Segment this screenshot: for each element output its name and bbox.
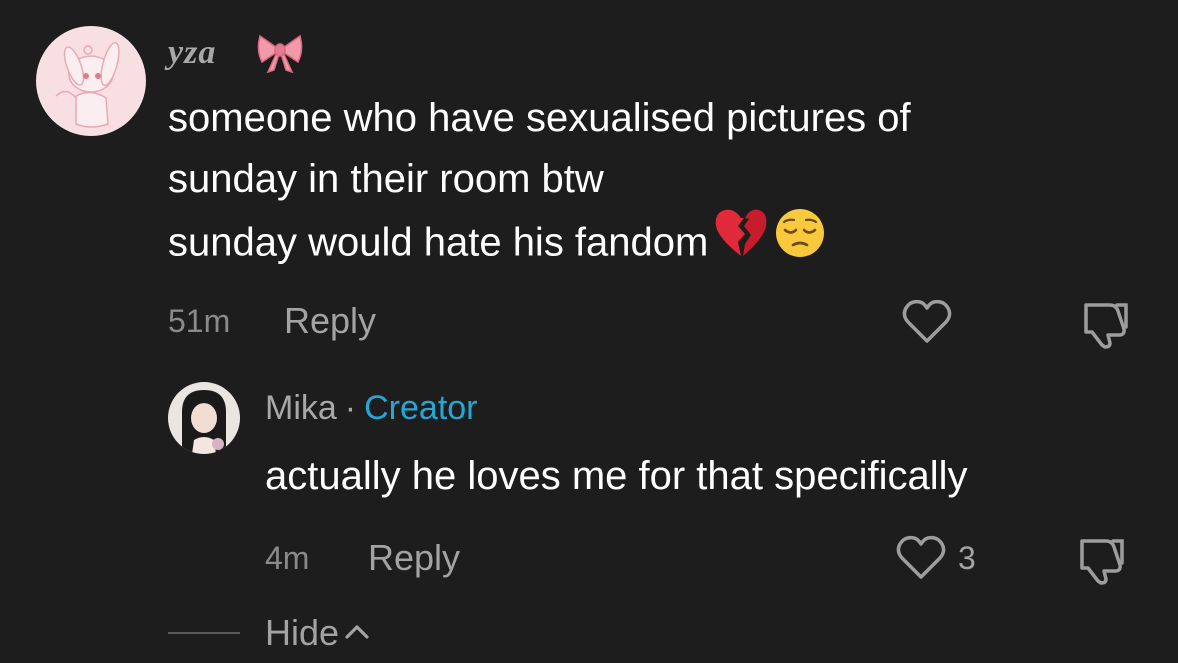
comment-line: sunday would hate his fandom [168,207,911,280]
pensive-face-emoji [774,207,826,277]
comment-line: sunday in their room btw [168,157,604,201]
avatar-mika[interactable] [168,382,240,454]
reply-username[interactable]: Mika [265,389,337,427]
reply-author: Mika · Creator [265,389,478,428]
reply-timestamp: 4m [265,540,310,576]
separator: · [344,389,357,427]
reply-like-count: 3 [958,540,976,576]
thread-divider [168,632,240,634]
comment-timestamp: 51m [168,303,231,339]
comment-text: someone who have sexualised pictures of … [168,88,911,280]
hide-replies-button[interactable]: Hide [265,612,371,654]
creator-badge: Creator [364,389,478,427]
reply-reply-button[interactable]: Reply [368,537,460,579]
ribbon-emoji [256,30,304,79]
comment-username[interactable]: yza [168,34,216,72]
chevron-up-icon [345,625,369,640]
reply-dislike-icon[interactable] [1076,535,1126,590]
comment-line: someone who have sexualised pictures of [168,96,911,140]
comments-panel: yza someone who have sexualised pictures… [0,0,1178,663]
reply-like-icon[interactable] [896,535,946,586]
hide-label: Hide [265,612,340,653]
broken-heart-emoji [714,208,768,276]
reply-text: actually he loves me for that specifical… [265,454,968,498]
avatar-yza[interactable] [36,26,146,136]
reply-button[interactable]: Reply [284,300,376,342]
dislike-icon[interactable] [1080,299,1130,354]
like-icon[interactable] [902,299,952,350]
